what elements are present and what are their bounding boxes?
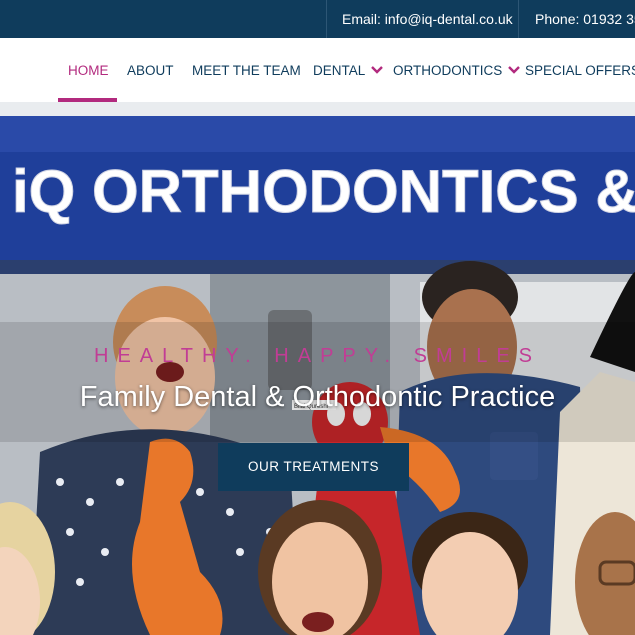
nav-dental-label: DENTAL xyxy=(313,63,366,78)
nav-orthodontics-label: ORTHODONTICS xyxy=(393,63,503,78)
chevron-down-icon[interactable] xyxy=(371,66,384,74)
phone-link[interactable]: Phone: 01932 352 xyxy=(520,0,635,38)
nav-meet-the-team[interactable]: MEET THE TEAM xyxy=(192,38,301,102)
email-link[interactable]: Email: info@iq-dental.co.uk xyxy=(326,0,519,38)
nav-dental[interactable]: DENTAL xyxy=(313,38,384,102)
hero-headline: Family Dental & Orthodontic Practice xyxy=(79,381,556,413)
main-navigation: HOME ABOUT MEET THE TEAM DENTAL ORTHODON… xyxy=(0,38,635,102)
sign-text: iQ ORTHODONTICS & xyxy=(12,158,635,225)
chevron-down-icon[interactable] xyxy=(508,66,521,74)
our-treatments-button[interactable]: OUR TREATMENTS xyxy=(218,443,409,491)
nav-home[interactable]: HOME xyxy=(68,38,109,102)
nav-orthodontics[interactable]: ORTHODONTICS xyxy=(393,38,521,102)
nav-special-offers[interactable]: SPECIAL OFFERS xyxy=(525,38,635,102)
hero-tagline: HEALTHY. HAPPY. SMILES xyxy=(94,345,541,367)
hero-banner: iQ ORTHODONTICS & Bilal Qureshi HEALTHY.… xyxy=(0,102,635,635)
nav-about[interactable]: ABOUT xyxy=(127,38,174,102)
top-contact-bar: Email: info@iq-dental.co.uk Phone: 01932… xyxy=(0,0,635,38)
hero-photo: iQ ORTHODONTICS & Bilal Qureshi xyxy=(0,102,635,635)
